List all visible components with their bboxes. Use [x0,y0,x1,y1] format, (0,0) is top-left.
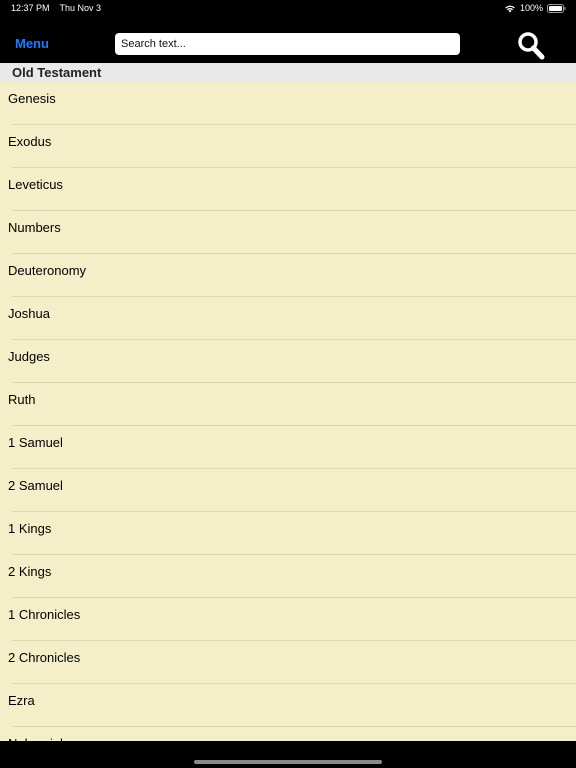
menu-button[interactable]: Menu [15,36,49,51]
search-button[interactable] [515,30,547,62]
list-item[interactable]: Deuteronomy [0,254,576,297]
book-label: Exodus [8,134,52,149]
list-item[interactable]: Joshua [0,297,576,340]
list-item[interactable]: Ezra [0,684,576,727]
book-label: 1 Samuel [8,435,63,450]
magnifier-icon [518,32,545,60]
book-label: Joshua [8,306,50,321]
book-label: Ezra [8,693,35,708]
status-left: 12:37 PM Thu Nov 3 [11,3,101,13]
list-item[interactable]: Ruth [0,383,576,426]
battery-icon [547,3,566,13]
list-item[interactable]: Genesis [0,82,576,125]
status-date: Thu Nov 3 [59,3,102,13]
book-label: Leveticus [8,177,63,192]
status-time: 12:37 PM [11,3,50,13]
book-label: 2 Chronicles [8,650,81,665]
list-item[interactable]: 2 Chronicles [0,641,576,684]
battery-percent: 100% [519,3,543,13]
list-item[interactable]: Nehemiah [0,727,576,741]
list-item[interactable]: 2 Kings [0,555,576,598]
bottom-bar [0,741,576,768]
book-label: 2 Kings [8,564,52,579]
wifi-icon [504,4,516,13]
list-item[interactable]: Leveticus [0,168,576,211]
list-item[interactable]: 1 Kings [0,512,576,555]
book-label: Ruth [8,392,36,407]
status-bar: 12:37 PM Thu Nov 3 100% [0,0,576,18]
book-label: Judges [8,349,50,364]
list-item[interactable]: Judges [0,340,576,383]
app-screen: 12:37 PM Thu Nov 3 100% Menu Search text… [0,0,576,768]
search-input[interactable] [115,33,460,55]
book-label: 1 Chronicles [8,607,81,622]
list-item[interactable]: 2 Samuel [0,469,576,512]
book-label: Deuteronomy [8,263,87,278]
status-right: 100% [504,3,566,13]
book-label: 2 Samuel [8,478,63,493]
list-item[interactable]: 1 Samuel [0,426,576,469]
list-item[interactable]: Exodus [0,125,576,168]
book-list: Genesis Exodus Leveticus Numbers Deuteronomy… [0,82,576,741]
section-header-old-testament: Old Testament [0,63,576,82]
book-label: Genesis [8,91,56,106]
book-label: 1 Kings [8,521,52,536]
nav-bar: Menu [0,18,576,63]
list-item[interactable]: Numbers [0,211,576,254]
book-label: Numbers [8,220,61,235]
list-item[interactable]: 1 Chronicles [0,598,576,641]
home-indicator[interactable] [194,760,382,764]
